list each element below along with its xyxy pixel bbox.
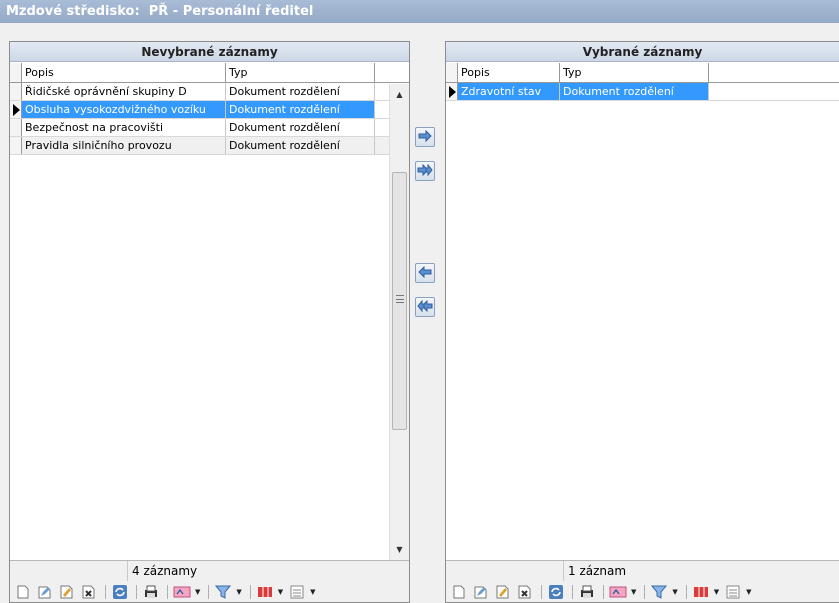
columns-dropdown-icon[interactable]: ▼ bbox=[278, 588, 283, 596]
export-icon[interactable] bbox=[723, 583, 743, 601]
row-indicator bbox=[10, 137, 22, 154]
title-value: PŘ - Personální ředitel bbox=[148, 4, 314, 19]
grid-header: Popis Typ bbox=[10, 63, 409, 83]
cell-typ[interactable]: Dokument rozdělení bbox=[226, 137, 375, 154]
toolbar-separator bbox=[208, 584, 210, 599]
panel-header-selected: Vybrané záznamy bbox=[446, 42, 839, 62]
vertical-scrollbar[interactable]: ▲ ▼ bbox=[389, 84, 409, 560]
print-icon[interactable] bbox=[141, 583, 161, 601]
row-indicator bbox=[10, 101, 22, 118]
row-indicator bbox=[446, 83, 458, 100]
move-all-left-button[interactable] bbox=[415, 297, 435, 317]
move-all-right-icon bbox=[417, 163, 433, 179]
selected-grid[interactable]: Popis Typ Zdravotní stav Dokument rozděl… bbox=[446, 63, 839, 560]
sort-icon[interactable] bbox=[608, 583, 628, 601]
unselected-grid[interactable]: Popis Typ Řidičské oprávnění skupiny D D… bbox=[10, 63, 409, 560]
current-row-icon bbox=[13, 104, 20, 116]
cell-popis[interactable]: Zdravotní stav bbox=[458, 83, 560, 100]
column-header-popis[interactable]: Popis bbox=[22, 63, 226, 82]
delete-icon[interactable] bbox=[79, 583, 99, 601]
move-all-left-icon bbox=[417, 299, 433, 315]
title-label: Mzdové středisko: bbox=[6, 4, 140, 19]
export-dropdown-icon[interactable]: ▼ bbox=[746, 588, 751, 596]
grid-toolbar: ▼ ▼ ▼ ▼ bbox=[446, 581, 839, 602]
export-dropdown-icon[interactable]: ▼ bbox=[310, 588, 315, 596]
move-right-button[interactable] bbox=[415, 127, 435, 147]
properties-icon[interactable] bbox=[57, 583, 77, 601]
table-row-selected[interactable]: Zdravotní stav Dokument rozdělení bbox=[446, 83, 839, 101]
toolbar-separator bbox=[249, 584, 251, 599]
toolbar-separator bbox=[603, 584, 604, 599]
toolbar-separator bbox=[541, 584, 542, 599]
columns-icon[interactable] bbox=[691, 583, 711, 601]
toolbar-separator bbox=[572, 584, 573, 599]
panel-header-unselected: Nevybrané záznamy bbox=[10, 42, 409, 62]
current-row-icon bbox=[449, 86, 456, 98]
refresh-icon[interactable] bbox=[546, 583, 566, 601]
table-row-selected[interactable]: Obsluha vysokozdvižného vozíku Dokument … bbox=[10, 101, 409, 119]
record-count: 1 záznam bbox=[568, 564, 627, 578]
grip-icon bbox=[396, 295, 404, 303]
table-row[interactable]: Bezpečnost na pracovišti Dokument rozděl… bbox=[10, 119, 409, 137]
grid-toolbar: ▼ ▼ ▼ ▼ bbox=[10, 581, 409, 602]
move-left-button[interactable] bbox=[415, 263, 435, 283]
record-count: 4 záznamy bbox=[132, 564, 198, 578]
toolbar-separator bbox=[105, 584, 106, 599]
cell-typ[interactable]: Dokument rozdělení bbox=[560, 83, 709, 100]
toolbar-separator bbox=[644, 584, 646, 599]
move-all-right-button[interactable] bbox=[415, 161, 435, 181]
export-icon[interactable] bbox=[287, 583, 307, 601]
print-icon[interactable] bbox=[577, 583, 597, 601]
filter-icon[interactable] bbox=[649, 583, 669, 601]
status-separator bbox=[563, 561, 564, 581]
edit-icon[interactable] bbox=[471, 583, 491, 601]
toolbar-separator bbox=[685, 584, 687, 599]
cell-typ[interactable]: Dokument rozdělení bbox=[226, 83, 375, 100]
cell-popis[interactable]: Pravidla silničního provozu bbox=[22, 137, 226, 154]
move-right-icon bbox=[418, 129, 432, 145]
sort-dropdown-icon[interactable]: ▼ bbox=[631, 588, 636, 596]
row-indicator bbox=[10, 83, 22, 100]
column-header-popis[interactable]: Popis bbox=[458, 63, 560, 82]
unselected-records-panel: Nevybrané záznamy Popis Typ Řidičské opr… bbox=[9, 41, 410, 603]
new-icon[interactable] bbox=[13, 583, 33, 601]
delete-icon[interactable] bbox=[515, 583, 535, 601]
cell-typ[interactable]: Dokument rozdělení bbox=[226, 119, 375, 136]
filter-icon[interactable] bbox=[213, 583, 233, 601]
scroll-up-icon[interactable]: ▲ bbox=[390, 86, 409, 103]
row-indicator-header bbox=[446, 63, 458, 82]
move-left-icon bbox=[418, 265, 432, 281]
toolbar-separator bbox=[167, 584, 168, 599]
refresh-icon[interactable] bbox=[110, 583, 130, 601]
status-separator bbox=[127, 561, 128, 581]
scroll-down-icon[interactable]: ▼ bbox=[390, 541, 409, 558]
columns-icon[interactable] bbox=[255, 583, 275, 601]
cell-typ[interactable]: Dokument rozdělení bbox=[226, 101, 375, 118]
status-bar: 1 záznam bbox=[446, 560, 839, 581]
cell-popis[interactable]: Obsluha vysokozdvižného vozíku bbox=[22, 101, 226, 118]
table-row[interactable]: Pravidla silničního provozu Dokument roz… bbox=[10, 137, 409, 155]
toolbar-separator bbox=[136, 584, 137, 599]
scrollbar-thumb[interactable] bbox=[392, 172, 407, 430]
cell-popis[interactable]: Řidičské oprávnění skupiny D bbox=[22, 83, 226, 100]
sort-icon[interactable] bbox=[172, 583, 192, 601]
row-indicator-header bbox=[10, 63, 22, 82]
sort-dropdown-icon[interactable]: ▼ bbox=[195, 588, 200, 596]
cell-popis[interactable]: Bezpečnost na pracovišti bbox=[22, 119, 226, 136]
columns-dropdown-icon[interactable]: ▼ bbox=[714, 588, 719, 596]
new-icon[interactable] bbox=[449, 583, 469, 601]
selected-records-panel: Vybrané záznamy Popis Typ Zdravotní stav… bbox=[445, 41, 839, 603]
table-row[interactable]: Řidičské oprávnění skupiny D Dokument ro… bbox=[10, 83, 409, 101]
row-indicator bbox=[10, 119, 22, 136]
properties-icon[interactable] bbox=[493, 583, 513, 601]
column-header-typ[interactable]: Typ bbox=[226, 63, 375, 82]
column-header-typ[interactable]: Typ bbox=[560, 63, 709, 82]
grid-header: Popis Typ bbox=[446, 63, 839, 83]
edit-icon[interactable] bbox=[35, 583, 55, 601]
filter-dropdown-icon[interactable]: ▼ bbox=[672, 588, 677, 596]
window-title-bar: Mzdové středisko: PŘ - Personální ředite… bbox=[0, 0, 839, 23]
status-bar: 4 záznamy bbox=[10, 560, 409, 581]
filter-dropdown-icon[interactable]: ▼ bbox=[236, 588, 241, 596]
